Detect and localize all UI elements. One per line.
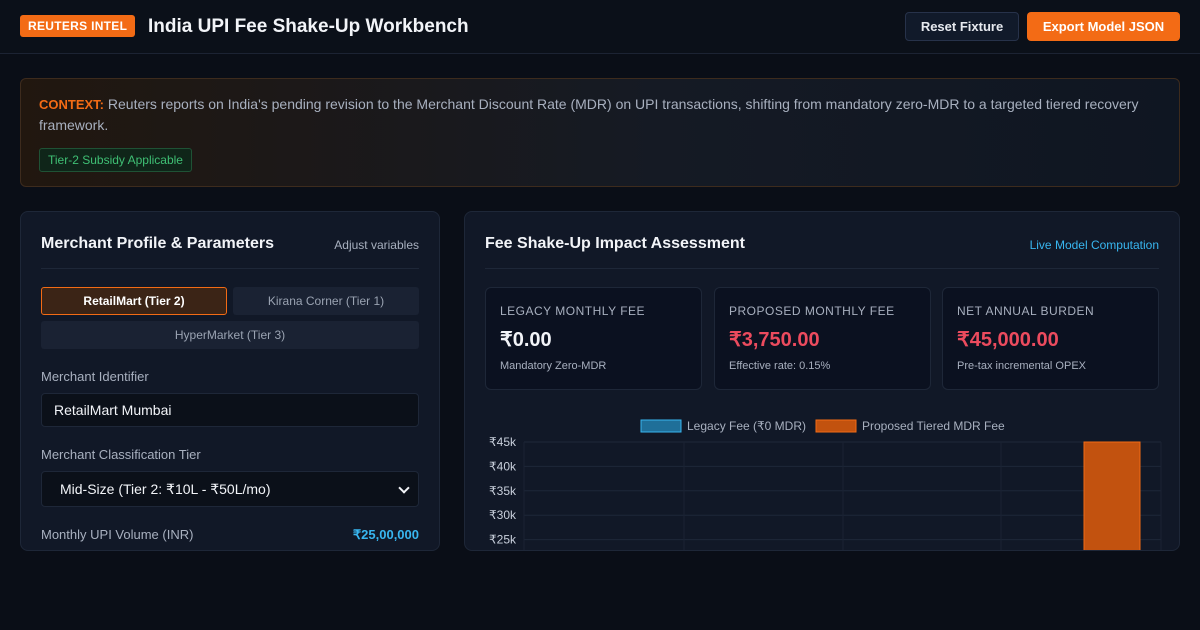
legend-swatch-legacy [640, 419, 682, 433]
y-tick-label: ₹30k [489, 508, 517, 522]
monthly-volume-label: Monthly UPI Volume (INR) [41, 527, 194, 542]
legend-swatch-proposed [815, 419, 857, 433]
metric-card-annual-burden: Net Annual Burden ₹45,000.00 Pre-tax inc… [942, 287, 1159, 390]
bar-proposed-fee [1083, 441, 1141, 550]
fee-comparison-chart: Legacy Fee (₹0 MDR) Proposed Tiered MDR F… [489, 419, 1162, 550]
context-banner: CONTEXT: Reuters reports on India's pend… [20, 78, 1180, 187]
impact-panel-title: Fee Shake-Up Impact Assessment [485, 235, 745, 252]
merchant-tier-select[interactable]: Mid-Size (Tier 2: ₹10L - ₹50L/mo) [41, 471, 419, 507]
legend-label-proposed: Proposed Tiered MDR Fee [862, 419, 1005, 433]
top-bar: REUTERS INTEL India UPI Fee Shake-Up Wor… [0, 0, 1200, 54]
monthly-volume-value: ₹25,00,000 [352, 527, 419, 542]
merchant-panel-subtitle: Adjust variables [334, 238, 419, 252]
reset-fixture-button[interactable]: Reset Fixture [905, 12, 1019, 41]
metric-label: Legacy Monthly Fee [500, 304, 646, 318]
export-model-json-button[interactable]: Export Model JSON [1027, 12, 1180, 41]
context-label: CONTEXT: [39, 97, 104, 112]
merchant-profile-panel: Merchant Profile & Parameters Adjust var… [20, 211, 440, 551]
preset-retailmart[interactable]: RetailMart (Tier 2) [41, 287, 227, 315]
y-tick-label: ₹45k [489, 435, 517, 449]
preset-hypermarket[interactable]: HyperMarket (Tier 3) [41, 321, 419, 349]
merchant-identifier-input[interactable] [41, 393, 419, 427]
y-tick-label: ₹40k [489, 459, 517, 473]
metric-note: Mandatory Zero-MDR [500, 360, 607, 372]
merchant-panel-title: Merchant Profile & Parameters [41, 235, 274, 252]
metric-note: Effective rate: 0.15% [729, 360, 831, 372]
metric-label: Net Annual Burden [957, 304, 1095, 318]
context-text-block: CONTEXT: Reuters reports on India's pend… [39, 94, 1159, 136]
y-tick-label: ₹35k [489, 484, 517, 498]
merchant-identifier-label: Merchant Identifier [41, 369, 149, 384]
merchant-tier-label: Merchant Classification Tier [41, 447, 201, 462]
live-model-link[interactable]: Live Model Computation [1030, 238, 1159, 252]
metric-value: ₹3,750.00 [729, 329, 820, 351]
reuters-badge: REUTERS INTEL [20, 15, 136, 37]
metric-value: ₹45,000.00 [957, 329, 1059, 351]
metric-card-proposed-fee: Proposed Monthly Fee ₹3,750.00 Effective… [714, 287, 931, 390]
chevron-down-icon [398, 482, 410, 494]
subsidy-tag: Tier-2 Subsidy Applicable [39, 148, 192, 172]
app-title: India UPI Fee Shake-Up Workbench [148, 16, 469, 37]
impact-panel-divider [485, 268, 1159, 269]
metric-value: ₹0.00 [500, 329, 552, 351]
metric-label: Proposed Monthly Fee [729, 304, 895, 318]
metric-card-legacy-fee: Legacy Monthly Fee ₹0.00 Mandatory Zero-… [485, 287, 702, 390]
context-description: Reuters reports on India's pending revis… [39, 96, 1139, 133]
legend-label-legacy: Legacy Fee (₹0 MDR) [687, 419, 806, 433]
impact-assessment-panel: Fee Shake-Up Impact Assessment Live Mode… [464, 211, 1180, 551]
preset-kirana-corner[interactable]: Kirana Corner (Tier 1) [233, 287, 419, 315]
merchant-tier-selected-value: Mid-Size (Tier 2: ₹10L - ₹50L/mo) [60, 481, 271, 497]
merchant-panel-divider [41, 268, 419, 269]
y-tick-label: ₹25k [489, 533, 517, 547]
metric-note: Pre-tax incremental OPEX [957, 360, 1086, 372]
